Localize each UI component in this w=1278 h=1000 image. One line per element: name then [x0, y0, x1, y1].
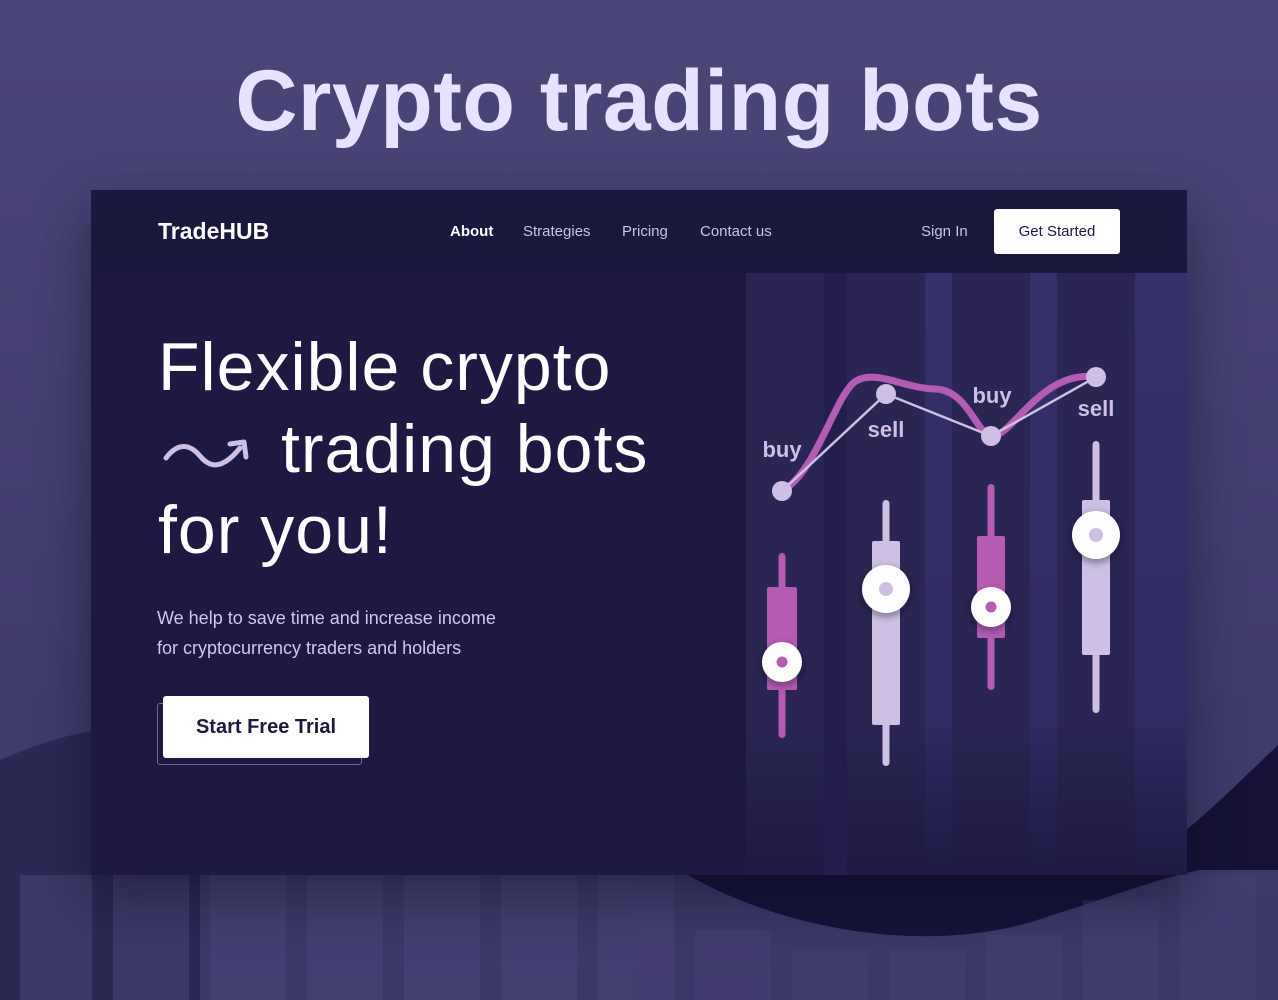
signal-label-buy: buy — [972, 383, 1012, 408]
chart-column-gap — [1135, 273, 1187, 875]
tagline-line-1: We help to save time and increase income — [157, 608, 496, 628]
headline-line-1: Flexible crypto — [158, 329, 612, 405]
candle-marker-dot — [879, 582, 893, 596]
chart-column-gap — [925, 273, 952, 875]
signal-point — [1086, 367, 1106, 387]
signal-label-sell: sell — [868, 417, 905, 442]
top-navbar: TradeHUB About Strategies Pricing Contac… — [91, 190, 1187, 273]
nav-contact-us[interactable]: Contact us — [700, 223, 772, 240]
candle-marker-dot — [1089, 528, 1103, 542]
trading-illustration: buy sell buy sell — [746, 273, 1187, 875]
tagline-line-2: for cryptocurrency traders and holders — [157, 638, 462, 658]
candle-marker-dot — [776, 656, 788, 668]
tagline: We help to save time and increase income… — [157, 603, 577, 663]
start-free-trial-button[interactable]: Start Free Trial — [163, 696, 369, 758]
nav-about[interactable]: About — [450, 223, 493, 240]
nav-strategies[interactable]: Strategies — [523, 223, 591, 240]
trend-arrow-icon — [163, 439, 249, 468]
sign-in-link[interactable]: Sign In — [921, 223, 968, 240]
signal-label-buy: buy — [762, 437, 802, 462]
signal-point — [981, 426, 1001, 446]
signal-point — [772, 481, 792, 501]
banner-title: Crypto trading bots — [235, 53, 1043, 149]
candle-marker-dot — [985, 601, 997, 613]
logo[interactable]: TradeHUB — [158, 218, 269, 245]
chart-column-gap — [1030, 273, 1057, 875]
signal-point — [876, 384, 896, 404]
headline-line-3: for you! — [158, 492, 393, 568]
get-started-button[interactable]: Get Started — [994, 209, 1120, 254]
headline-line-2: trading bots — [281, 411, 649, 487]
signal-label-sell: sell — [1078, 396, 1115, 421]
nav-pricing[interactable]: Pricing — [622, 223, 668, 240]
website-mockup: TradeHUB About Strategies Pricing Contac… — [91, 190, 1187, 875]
